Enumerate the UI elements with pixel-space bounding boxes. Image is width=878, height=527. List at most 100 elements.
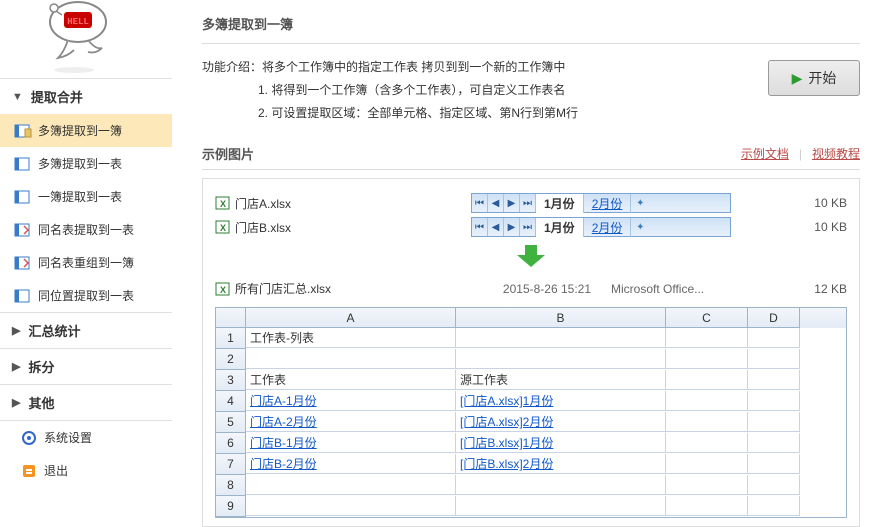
arrow-right-icon: ▶: [12, 360, 20, 373]
file-size: 10 KB: [787, 220, 847, 234]
sheet-row: 1工作表-列表: [216, 328, 846, 349]
sheet-tab-active[interactable]: 1月份: [536, 194, 584, 213]
sheet-tab-icon[interactable]: ✦: [631, 222, 649, 233]
cell-B[interactable]: [门店A.xlsx]2月份: [456, 412, 666, 432]
tab-last-icon[interactable]: ⏭: [520, 194, 536, 212]
cell-C: [666, 454, 748, 474]
tab-last-icon[interactable]: ⏭: [520, 218, 536, 236]
cell-B: [456, 496, 666, 516]
cell-A: [246, 496, 456, 516]
file-size: 10 KB: [787, 196, 847, 210]
col-header-A: A: [246, 308, 456, 328]
sidebar-section-summary[interactable]: ▶ 汇总统计: [0, 312, 172, 348]
result-filename: 所有门店汇总.xlsx: [235, 280, 331, 297]
result-size: 12 KB: [787, 282, 847, 296]
sidebar-exit[interactable]: 退出: [0, 454, 172, 487]
workbook-icon: [14, 288, 32, 304]
intro-text: 将多个工作簿中的指定工作表 拷贝到到一个新的工作簿中: [262, 60, 565, 74]
video-tutorial-link[interactable]: 视频教程: [812, 145, 860, 162]
exit-icon: [20, 463, 38, 479]
cell-C: [666, 433, 748, 453]
cell-A[interactable]: 门店B-1月份: [246, 433, 456, 453]
sidebar-item-multi-to-one-sheet[interactable]: 多簿提取到一表: [0, 147, 172, 180]
cell-B: 源工作表: [456, 370, 666, 390]
sheet-row: 6门店B-1月份[门店B.xlsx]1月份: [216, 433, 846, 454]
sidebar-section-other[interactable]: ▶ 其他: [0, 384, 172, 421]
cell-B[interactable]: [门店B.xlsx]2月份: [456, 454, 666, 474]
sidebar-item-same-pos-to-sheet[interactable]: 同位置提取到一表: [0, 279, 172, 312]
xlsx-icon: X: [215, 220, 231, 234]
cell-C: [666, 349, 748, 369]
cell-D: [748, 412, 800, 432]
example-panel: X门店A.xlsx⏮◀▶⏭1月份2月份✦10 KBX门店B.xlsx⏮◀▶⏭1月…: [202, 178, 860, 527]
sidebar-item-label: 多簿提取到一簿: [38, 122, 122, 139]
sidebar-settings[interactable]: 系统设置: [0, 421, 172, 454]
sheet-tab-active[interactable]: 1月份: [536, 218, 584, 237]
sidebar-item-label: 同名表提取到一表: [38, 221, 134, 238]
sidebar-item-same-name-to-book[interactable]: 同名表重组到一簿: [0, 246, 172, 279]
cell-C: [666, 370, 748, 390]
cell-B[interactable]: [门店B.xlsx]1月份: [456, 433, 666, 453]
sheet-tab-icon[interactable]: ✦: [631, 198, 649, 209]
tab-next-icon[interactable]: ▶: [504, 218, 520, 236]
cell-A: [246, 349, 456, 369]
row-header: 5: [216, 412, 246, 433]
sidebar: ▼ 提取合并 多簿提取到一簿 多簿提取到一表 一簿提取到一表 同名表提取到一表: [0, 78, 172, 487]
cell-A[interactable]: 门店B-2月份: [246, 454, 456, 474]
sheet-tab-strip: ⏮◀▶⏭1月份2月份✦: [471, 217, 731, 237]
cell-C: [666, 391, 748, 411]
sidebar-item-same-name-to-sheet[interactable]: 同名表提取到一表: [0, 213, 172, 246]
tab-prev-icon[interactable]: ◀: [488, 218, 504, 236]
tab-first-icon[interactable]: ⏮: [472, 218, 488, 236]
cell-D: [748, 454, 800, 474]
sheet-tab-strip: ⏮◀▶⏭1月份2月份✦: [471, 193, 731, 213]
cell-A[interactable]: 门店A-1月份: [246, 391, 456, 411]
sheet-corner: [216, 308, 246, 328]
xlsx-icon: X: [215, 282, 231, 296]
cell-D: [748, 370, 800, 390]
sheet-row: 7门店B-2月份[门店B.xlsx]2月份: [216, 454, 846, 475]
row-header: 7: [216, 454, 246, 475]
cell-D: [748, 391, 800, 411]
sheet-row: 3工作表源工作表: [216, 370, 846, 391]
cell-A[interactable]: 门店A-2月份: [246, 412, 456, 432]
sheet-row: 8: [216, 475, 846, 496]
cell-A: [246, 475, 456, 495]
intro-label: 功能介绍：: [202, 60, 262, 74]
start-label: 开始: [808, 68, 836, 88]
tab-first-icon[interactable]: ⏮: [472, 194, 488, 212]
tab-next-icon[interactable]: ▶: [504, 194, 520, 212]
arrow-right-icon: ▶: [12, 396, 20, 409]
sidebar-item-label: 多簿提取到一表: [38, 155, 122, 172]
sheet-tab[interactable]: 2月份: [584, 194, 632, 213]
sidebar-item-one-book-to-one-sheet[interactable]: 一簿提取到一表: [0, 180, 172, 213]
start-button[interactable]: ▶ 开始: [768, 60, 860, 96]
section-label: 其他: [28, 393, 54, 412]
cell-B[interactable]: [门店A.xlsx]1月份: [456, 391, 666, 411]
workbook-icon: [14, 255, 32, 271]
sidebar-item-label: 退出: [44, 462, 68, 479]
sidebar-item-multi-to-one-book[interactable]: 多簿提取到一簿: [0, 114, 172, 147]
xlsx-icon: X: [215, 196, 231, 210]
separator: |: [799, 147, 802, 161]
sidebar-item-label: 一簿提取到一表: [38, 188, 122, 205]
cell-C: [666, 328, 748, 348]
tab-prev-icon[interactable]: ◀: [488, 194, 504, 212]
sidebar-section-extract[interactable]: ▼ 提取合并: [0, 78, 172, 114]
example-doc-link[interactable]: 示例文档: [741, 145, 789, 162]
workbook-icon: [14, 189, 32, 205]
sidebar-section-split[interactable]: ▶ 拆分: [0, 348, 172, 384]
cell-D: [748, 328, 800, 348]
source-file-row: X门店A.xlsx⏮◀▶⏭1月份2月份✦10 KB: [215, 191, 847, 215]
settings-icon: [20, 430, 38, 446]
cell-D: [748, 349, 800, 369]
source-filename: 门店B.xlsx: [235, 219, 291, 236]
row-header: 8: [216, 475, 246, 496]
result-app: Microsoft Office...: [591, 282, 741, 296]
feature-point-2: 2. 可设置提取区域：全部单元格、指定区域、第N行到第M行: [258, 102, 768, 125]
cell-B: [456, 349, 666, 369]
svg-text:X: X: [220, 199, 226, 209]
row-header: 9: [216, 496, 246, 517]
sheet-tab[interactable]: 2月份: [584, 218, 632, 237]
col-header-B: B: [456, 308, 666, 328]
